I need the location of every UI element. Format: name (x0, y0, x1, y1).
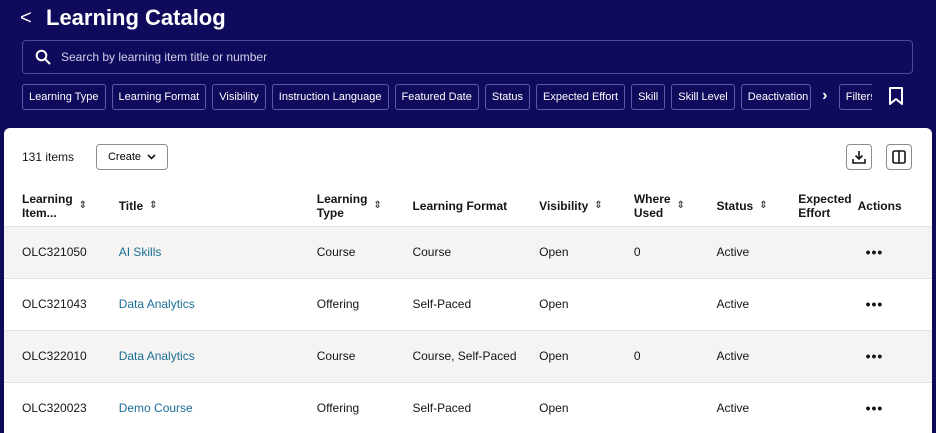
cell-type: Offering (298, 277, 395, 330)
filter-chip-learning-type[interactable]: Learning Type (22, 84, 106, 110)
cell-actions: ••• (851, 277, 932, 330)
column-header-actions: Actions (857, 198, 902, 213)
more-actions-icon[interactable]: ••• (866, 244, 884, 260)
column-header-where-used[interactable]: Where Used ⇕ (616, 186, 699, 226)
column-header-effort: Expected Effort (798, 191, 852, 220)
cell-number: OLC322010 (4, 329, 101, 382)
search-icon (35, 49, 51, 65)
title-link[interactable]: Data Analytics (119, 349, 195, 363)
column-header-status[interactable]: Status ⇕ (699, 186, 781, 226)
title-link[interactable]: AI Skills (119, 245, 162, 259)
cell-actions: ••• (851, 329, 932, 382)
column-header-title[interactable]: Title ⇕ (101, 186, 299, 226)
cell-actions: ••• (851, 381, 932, 433)
cell-effort (780, 381, 852, 433)
cell-title: Demo Course (100, 381, 299, 433)
filter-chip-deactivation[interactable]: Deactivation I (740, 84, 811, 110)
cell-visibility: Open (521, 381, 616, 433)
create-button[interactable]: Create (96, 144, 168, 170)
cell-title: Data Analytics (100, 329, 299, 382)
cell-status: Active (698, 329, 781, 382)
catalog-table: Learning Item... ⇕ Title ⇕ Learning Type ⇕ (4, 186, 932, 433)
more-actions-icon[interactable]: ••• (866, 400, 884, 416)
column-header-number[interactable]: Learning Item... ⇕ (4, 186, 101, 226)
more-actions-icon[interactable]: ••• (866, 348, 884, 364)
title-link[interactable]: Data Analytics (119, 297, 195, 311)
cell-format: Course, Self-Paced (394, 329, 522, 382)
sort-icon[interactable]: ⇕ (149, 199, 157, 213)
sort-icon[interactable]: ⇕ (759, 199, 767, 213)
sort-icon[interactable]: ⇕ (373, 199, 381, 213)
cell-where-used: 0 (615, 225, 699, 278)
filter-chip-learning-format[interactable]: Learning Format (111, 84, 207, 110)
cell-format: Course (394, 225, 522, 278)
filter-chip-instruction-language[interactable]: Instruction Language (271, 84, 389, 110)
item-count: 131 items (22, 150, 75, 164)
cell-effort (780, 225, 852, 278)
chevron-right-icon[interactable]: › (817, 84, 833, 110)
page-title: Learning Catalog (46, 5, 226, 30)
sort-icon[interactable]: ⇕ (594, 199, 602, 213)
sort-icon[interactable]: ⇕ (677, 199, 685, 213)
download-button[interactable] (846, 144, 872, 170)
cell-number: OLC321043 (4, 277, 101, 330)
create-button-label: Create (107, 151, 142, 163)
back-icon[interactable]: < (20, 6, 32, 30)
cell-number: OLC320023 (4, 381, 101, 433)
columns-icon (892, 150, 906, 164)
cell-status: Active (698, 225, 781, 278)
table-row[interactable]: OLC321050 AI Skills Course Course Open 0… (4, 225, 932, 278)
column-header-visibility[interactable]: Visibility ⇕ (521, 186, 616, 226)
cell-status: Active (698, 277, 781, 330)
table-row[interactable]: OLC320023 Demo Course Offering Self-Pace… (4, 381, 932, 433)
cell-status: Active (698, 381, 781, 433)
download-icon (852, 151, 866, 164)
cell-format: Self-Paced (394, 277, 522, 330)
bookmark-icon[interactable] (888, 87, 904, 105)
title-link[interactable]: Demo Course (119, 401, 193, 415)
filter-chip-skill[interactable]: Skill (631, 84, 666, 110)
sort-icon[interactable]: ⇕ (79, 199, 87, 213)
cell-number: OLC321050 (4, 225, 101, 278)
results-panel: 131 items Create Learning Item... ⇕ Titl… (4, 128, 932, 433)
cell-where-used (615, 381, 699, 433)
cell-visibility: Open (521, 277, 616, 330)
search-bar[interactable] (22, 40, 913, 74)
cell-where-used (615, 277, 699, 330)
search-input[interactable] (61, 50, 861, 64)
cell-format: Self-Paced (394, 381, 522, 433)
more-actions-icon[interactable]: ••• (866, 296, 884, 312)
column-header-type[interactable]: Learning Type ⇕ (299, 186, 395, 226)
column-header-format: Learning Format (412, 198, 508, 213)
filter-chip-skill-level[interactable]: Skill Level (671, 84, 735, 110)
cell-where-used: 0 (615, 329, 699, 382)
chevron-down-icon (147, 154, 156, 160)
filters-button[interactable]: Filters (838, 84, 872, 110)
cell-type: Offering (298, 381, 395, 433)
filter-chip-status[interactable]: Status (484, 84, 531, 110)
filter-chip-bar: Learning Type Learning Format Visibility… (22, 84, 872, 110)
cell-visibility: Open (521, 329, 616, 382)
page-header: < Learning Catalog Learning Type Learnin… (0, 0, 936, 128)
filter-chip-featured-date[interactable]: Featured Date (394, 84, 479, 110)
cell-effort (780, 277, 852, 330)
cell-title: Data Analytics (100, 277, 299, 330)
filter-chip-visibility[interactable]: Visibility (212, 84, 266, 110)
filter-chip-expected-effort[interactable]: Expected Effort (536, 84, 626, 110)
cell-actions: ••• (851, 225, 932, 278)
table-row[interactable]: OLC321043 Data Analytics Offering Self-P… (4, 277, 932, 330)
table-header-row: Learning Item... ⇕ Title ⇕ Learning Type ⇕ (4, 186, 932, 226)
cell-visibility: Open (521, 225, 616, 278)
table-row[interactable]: OLC322010 Data Analytics Course Course, … (4, 329, 932, 382)
cell-effort (780, 329, 852, 382)
cell-type: Course (298, 225, 395, 278)
cell-title: AI Skills (100, 225, 299, 278)
cell-type: Course (298, 329, 395, 382)
columns-button[interactable] (886, 144, 912, 170)
